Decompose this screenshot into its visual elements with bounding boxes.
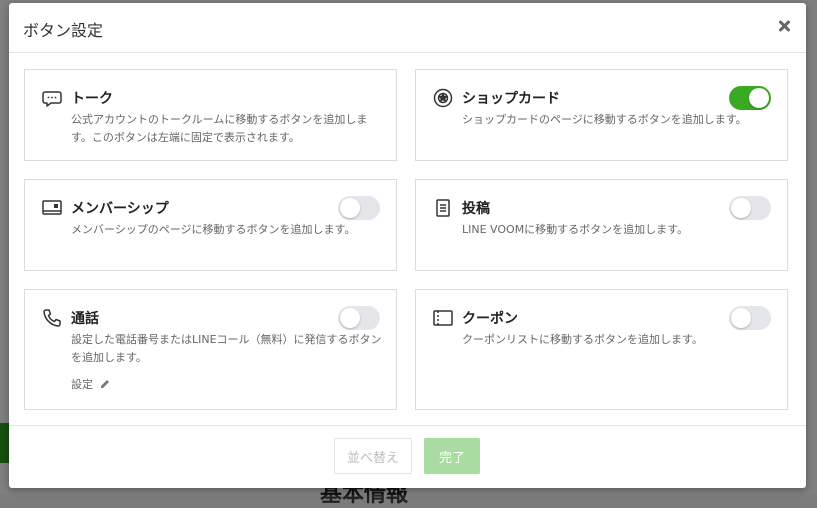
membership-toggle[interactable] [338,196,380,220]
card-description-call: 設定した電話番号またはLINEコール（無料）に発信するボタンを追加します。 [71,333,382,364]
coupon-toggle[interactable] [729,306,771,330]
chat-bubble-icon [41,87,63,109]
toggle-knob [731,308,751,328]
card-description-shopcard: ショップカードのページに移動するボタンを追加します。 [462,113,747,126]
button-settings-modal: ボタン設定 トーク 公式アカウントのトークルームに移動するボタンを追加します。こ… [9,3,806,488]
modal-footer: 並べ替え 完了 [9,425,806,488]
pencil-icon [100,378,111,392]
shopcard-toggle[interactable] [729,86,771,110]
done-button[interactable]: 完了 [424,438,480,474]
card-membership: メンバーシップ メンバーシップのページに移動するボタンを追加します。 [24,179,397,271]
card-description-membership: メンバーシップのページに移動するボタンを追加します。 [71,223,356,236]
toggle-knob [731,198,751,218]
card-title-membership: メンバーシップ [71,201,169,217]
phone-icon [41,307,63,329]
call-toggle[interactable] [338,306,380,330]
card-description-coupon: クーポンリストに移動するボタンを追加します。 [462,333,703,346]
call-settings-label: 設定 [71,378,93,391]
modal-header: ボタン設定 [9,3,806,53]
card-title-talk: トーク [71,91,113,107]
toggle-knob [340,198,360,218]
card-coupon: クーポン クーポンリストに移動するボタンを追加します。 [415,289,788,410]
document-icon [432,197,454,219]
coupon-icon [432,307,454,329]
card-title-coupon: クーポン [462,311,518,327]
toggle-knob [749,88,769,108]
sort-button[interactable]: 並べ替え [334,438,412,474]
card-post: 投稿 LINE VOOMに移動するボタンを追加します。 [415,179,788,271]
card-title-call: 通話 [71,311,99,327]
card-talk: トーク 公式アカウントのトークルームに移動するボタンを追加します。このボタンは左… [24,69,397,161]
membership-card-icon [41,197,63,219]
card-call: 通話 設定した電話番号またはLINEコール（無料）に発信するボタンを追加します。… [24,289,397,410]
modal-title: ボタン設定 [23,21,104,40]
card-title-shopcard: ショップカード [462,91,560,107]
card-description-post: LINE VOOMに移動するボタンを追加します。 [462,223,689,236]
close-icon[interactable] [776,18,792,34]
card-title-post: 投稿 [462,201,490,217]
card-shopcard: ショップカード ショップカードのページに移動するボタンを追加します。 [415,69,788,161]
card-description-talk: 公式アカウントのトークルームに移動するボタンを追加します。このボタンは左端に固定… [71,113,368,144]
shop-card-icon [432,87,454,109]
call-settings-link[interactable]: 設定 [71,376,111,392]
post-toggle[interactable] [729,196,771,220]
toggle-knob [340,308,360,328]
